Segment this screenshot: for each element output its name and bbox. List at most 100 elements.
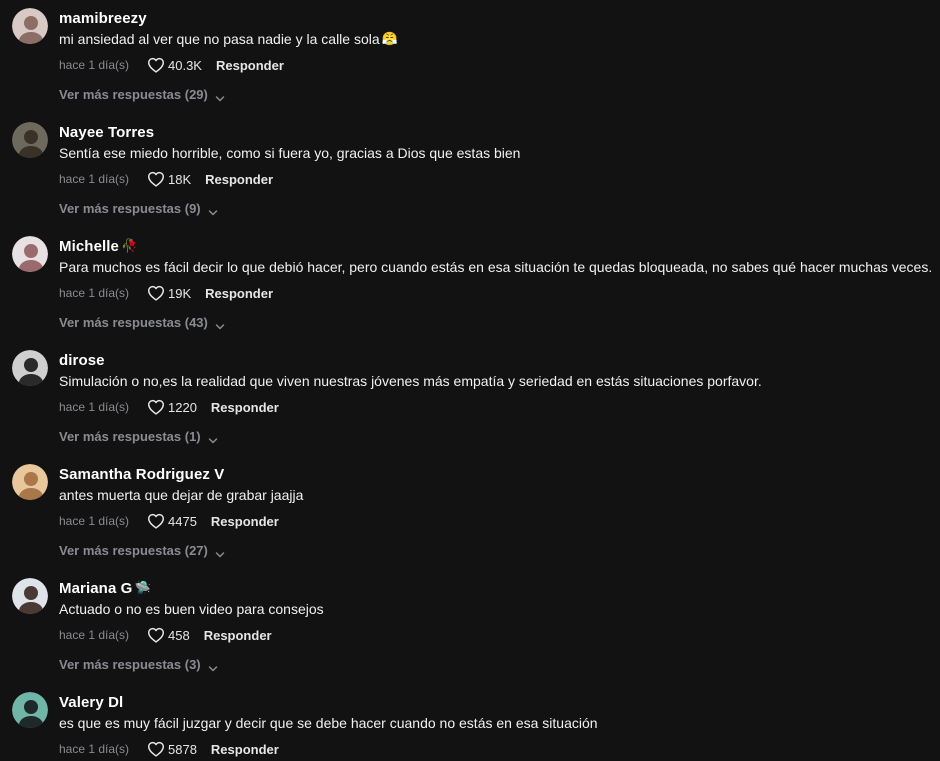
- like-button[interactable]: 4475: [147, 513, 197, 529]
- like-count: 40.3K: [168, 57, 202, 73]
- comment-meta: hace 1 día(s) 18K Responder: [59, 169, 273, 189]
- heart-icon[interactable]: [147, 57, 165, 73]
- heart-icon[interactable]: [147, 741, 165, 757]
- view-more-replies-label: Ver más respuestas (43): [59, 315, 208, 330]
- username-emoji: 🛸: [134, 581, 151, 596]
- avatar[interactable]: [12, 8, 48, 44]
- view-more-replies-button[interactable]: Ver más respuestas (29): [59, 87, 225, 102]
- comment-time: hace 1 día(s): [59, 628, 130, 642]
- avatar[interactable]: [12, 122, 48, 158]
- comment-item: mamibreezy mi ansiedad al ver que no pas…: [0, 0, 940, 114]
- comment-text: mi ansiedad al ver que no pasa nadie y l…: [59, 31, 398, 47]
- comments-list: mamibreezy mi ansiedad al ver que no pas…: [0, 0, 940, 761]
- like-button[interactable]: 5878: [147, 741, 197, 757]
- comment-item: Mariana G 🛸 Actuado o no es buen video pa…: [0, 570, 940, 684]
- reply-button[interactable]: Responder: [211, 742, 279, 757]
- comment-username[interactable]: mamibreezy: [59, 10, 147, 27]
- reply-button[interactable]: Responder: [216, 58, 284, 73]
- comment-text: antes muerta que dejar de grabar jaajja: [59, 487, 303, 503]
- reply-button[interactable]: Responder: [205, 286, 273, 301]
- view-more-replies-label: Ver más respuestas (9): [59, 201, 201, 216]
- username-text: Mariana G: [59, 580, 133, 597]
- reply-button[interactable]: Responder: [211, 514, 279, 529]
- comment-text-body: Sentía ese miedo horrible, como si fuera…: [59, 145, 521, 161]
- comment-time: hace 1 día(s): [59, 742, 130, 756]
- view-more-replies-button[interactable]: Ver más respuestas (43): [59, 315, 225, 330]
- username-text: Samantha Rodriguez V: [59, 466, 225, 483]
- comment-meta: hace 1 día(s) 5878 Responder: [59, 739, 279, 759]
- username-text: Michelle: [59, 238, 119, 255]
- comment-meta: hace 1 día(s) 4475 Responder: [59, 511, 279, 531]
- view-more-replies-button[interactable]: Ver más respuestas (9): [59, 201, 218, 216]
- comment-text: Simulación o no,es la realidad que viven…: [59, 373, 762, 389]
- comment-text: es que es muy fácil juzgar y decir que s…: [59, 715, 598, 731]
- username-text: Valery Dl: [59, 694, 124, 711]
- heart-icon[interactable]: [147, 399, 165, 415]
- like-count: 18K: [168, 171, 192, 187]
- chevron-down-icon: [208, 205, 218, 215]
- like-button[interactable]: 40.3K: [147, 57, 202, 73]
- comment-text-body: es que es muy fácil juzgar y decir que s…: [59, 715, 598, 731]
- like-button[interactable]: 19K: [147, 285, 191, 301]
- heart-icon[interactable]: [147, 285, 165, 301]
- comment-text-body: Para muchos es fácil decir lo que debió …: [59, 259, 933, 275]
- reply-button[interactable]: Responder: [211, 400, 279, 415]
- view-more-replies-label: Ver más respuestas (3): [59, 657, 201, 672]
- like-count: 19K: [168, 285, 192, 301]
- view-more-replies-label: Ver más respuestas (29): [59, 87, 208, 102]
- comment-username[interactable]: Mariana G 🛸: [59, 580, 151, 597]
- comment-emoji: 😤: [381, 32, 398, 47]
- chevron-down-icon: [208, 661, 218, 671]
- comment-time: hace 1 día(s): [59, 58, 130, 72]
- comment-item: dirose Simulación o no,es la realidad qu…: [0, 342, 940, 456]
- like-count: 1220: [168, 399, 197, 415]
- comment-time: hace 1 día(s): [59, 172, 130, 186]
- comment-item: Samantha Rodriguez V antes muerta que de…: [0, 456, 940, 570]
- like-count: 458: [168, 627, 190, 643]
- comment-text-body: mi ansiedad al ver que no pasa nadie y l…: [59, 31, 380, 47]
- comment-meta: hace 1 día(s) 1220 Responder: [59, 397, 279, 417]
- comment-username[interactable]: Michelle 🥀: [59, 238, 137, 255]
- view-more-replies-button[interactable]: Ver más respuestas (27): [59, 543, 225, 558]
- chevron-down-icon: [215, 91, 225, 101]
- avatar[interactable]: [12, 464, 48, 500]
- comment-username[interactable]: dirose: [59, 352, 105, 369]
- avatar[interactable]: [12, 350, 48, 386]
- comment-text-body: Simulación o no,es la realidad que viven…: [59, 373, 762, 389]
- comment-username[interactable]: Nayee Torres: [59, 124, 154, 141]
- heart-icon[interactable]: [147, 513, 165, 529]
- heart-icon[interactable]: [147, 171, 165, 187]
- comment-text-body: antes muerta que dejar de grabar jaajja: [59, 487, 304, 503]
- comment-time: hace 1 día(s): [59, 400, 130, 414]
- like-count: 4475: [168, 513, 197, 529]
- comment-text: Para muchos es fácil decir lo que debió …: [59, 259, 932, 275]
- like-button[interactable]: 1220: [147, 399, 197, 415]
- avatar[interactable]: [12, 578, 48, 614]
- view-more-replies-label: Ver más respuestas (27): [59, 543, 208, 558]
- comment-item: Nayee Torres Sentía ese miedo horrible, …: [0, 114, 940, 228]
- avatar[interactable]: [12, 236, 48, 272]
- view-more-replies-button[interactable]: Ver más respuestas (3): [59, 657, 218, 672]
- view-more-replies-label: Ver más respuestas (1): [59, 429, 201, 444]
- reply-button[interactable]: Responder: [204, 628, 272, 643]
- comment-username[interactable]: Samantha Rodriguez V: [59, 466, 224, 483]
- heart-icon[interactable]: [147, 627, 165, 643]
- comment-meta: hace 1 día(s) 19K Responder: [59, 283, 273, 303]
- username-text: dirose: [59, 352, 105, 369]
- username-text: Nayee Torres: [59, 124, 155, 141]
- comment-time: hace 1 día(s): [59, 286, 130, 300]
- chevron-down-icon: [215, 547, 225, 557]
- avatar[interactable]: [12, 692, 48, 728]
- like-count: 5878: [168, 741, 197, 757]
- like-button[interactable]: 18K: [147, 171, 191, 187]
- like-button[interactable]: 458: [147, 627, 190, 643]
- comment-item: Michelle 🥀 Para muchos es fácil decir lo …: [0, 228, 940, 342]
- reply-button[interactable]: Responder: [205, 172, 273, 187]
- comment-time: hace 1 día(s): [59, 514, 130, 528]
- username-text: mamibreezy: [59, 10, 147, 27]
- chevron-down-icon: [215, 319, 225, 329]
- comment-username[interactable]: Valery Dl: [59, 694, 123, 711]
- view-more-replies-button[interactable]: Ver más respuestas (1): [59, 429, 218, 444]
- comment-meta: hace 1 día(s) 40.3K Responder: [59, 55, 284, 75]
- comment-meta: hace 1 día(s) 458 Responder: [59, 625, 272, 645]
